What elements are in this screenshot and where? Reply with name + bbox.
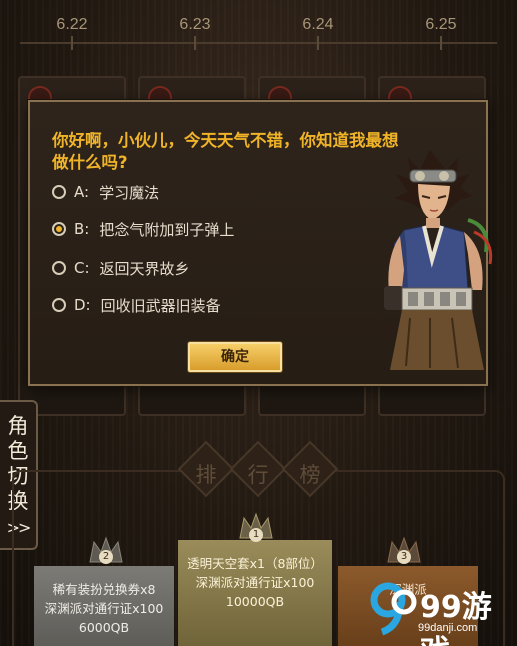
prize-line: 深渊派对通行证x100 <box>195 575 315 590</box>
radio-selected-icon[interactable] <box>52 222 66 236</box>
prize-line: 透明天空套x1（8部位） <box>187 556 323 571</box>
ranking-title-char: 榜 <box>281 440 339 498</box>
watermark-url: 99danji.com <box>418 622 478 634</box>
confirm-button[interactable]: 确定 <box>188 342 282 372</box>
ranking-title-char: 排 <box>177 440 235 498</box>
radio-icon[interactable] <box>52 298 66 312</box>
option-text: 学习魔法 <box>99 183 160 202</box>
ranking-title-text: 行 <box>247 463 269 487</box>
rank-badge: 1 <box>249 528 263 542</box>
prize-rank-1: 透明天空套x1（8部位） 深渊派对通行证x100 10000QB <box>178 540 332 646</box>
watermark-logo-icon <box>370 582 417 636</box>
option-text: 把念气附加到子弹上 <box>99 220 235 239</box>
rank-badge: 2 <box>99 550 113 564</box>
prize-line: 10000QB <box>225 594 285 609</box>
option-d[interactable]: D: 回收旧武器旧装备 <box>52 293 221 317</box>
watermark-brand: 99游戏 <box>420 590 492 646</box>
timeline-date[interactable]: 6.22 <box>42 16 102 34</box>
ranking-title: 排 行 榜 <box>177 440 339 498</box>
option-c[interactable]: C: 返回天界故乡 <box>52 256 190 280</box>
prize-line: 6000QB <box>78 620 130 635</box>
quiz-question: 你好啊，小伙儿，今天天气不错，你知道我最想做什么吗? <box>52 131 399 172</box>
timeline-tick <box>317 36 319 50</box>
option-text: 回收旧武器旧装备 <box>100 296 221 315</box>
ranking-title-text: 榜 <box>299 463 321 487</box>
npc-character-illustration <box>384 150 493 370</box>
radio-icon[interactable] <box>52 261 66 275</box>
timeline-line <box>20 42 497 44</box>
timeline-tick <box>440 36 442 50</box>
rank-badge: 3 <box>397 550 411 564</box>
radio-icon[interactable] <box>52 185 66 199</box>
prize-line: 深渊派对通行证x100 <box>44 601 164 616</box>
option-a[interactable]: A: 学习魔法 <box>52 180 159 204</box>
timeline-date[interactable]: 6.23 <box>165 16 225 34</box>
date-timeline: 6.22 6.23 6.24 6.25 <box>0 0 517 60</box>
option-letter: B: <box>74 220 90 238</box>
timeline-date[interactable]: 6.25 <box>411 16 471 34</box>
ranking-title-char: 行 <box>229 440 287 498</box>
option-letter: C: <box>74 259 90 277</box>
ranking-title-text: 排 <box>195 463 217 487</box>
timeline-tick <box>71 36 73 50</box>
site-watermark: 99游戏 99danji.com <box>370 580 510 646</box>
timeline-tick <box>194 36 196 50</box>
option-text: 返回天界故乡 <box>99 259 190 278</box>
option-b[interactable]: B: 把念气附加到子弹上 <box>52 217 234 241</box>
timeline-date[interactable]: 6.24 <box>288 16 348 34</box>
prize-rank-2: 稀有装扮兑换券x8 深渊派对通行证x100 6000QB <box>34 566 174 646</box>
option-letter: A: <box>74 183 90 201</box>
prize-line: 稀有装扮兑换券x8 <box>52 582 156 597</box>
option-letter: D: <box>74 296 91 314</box>
